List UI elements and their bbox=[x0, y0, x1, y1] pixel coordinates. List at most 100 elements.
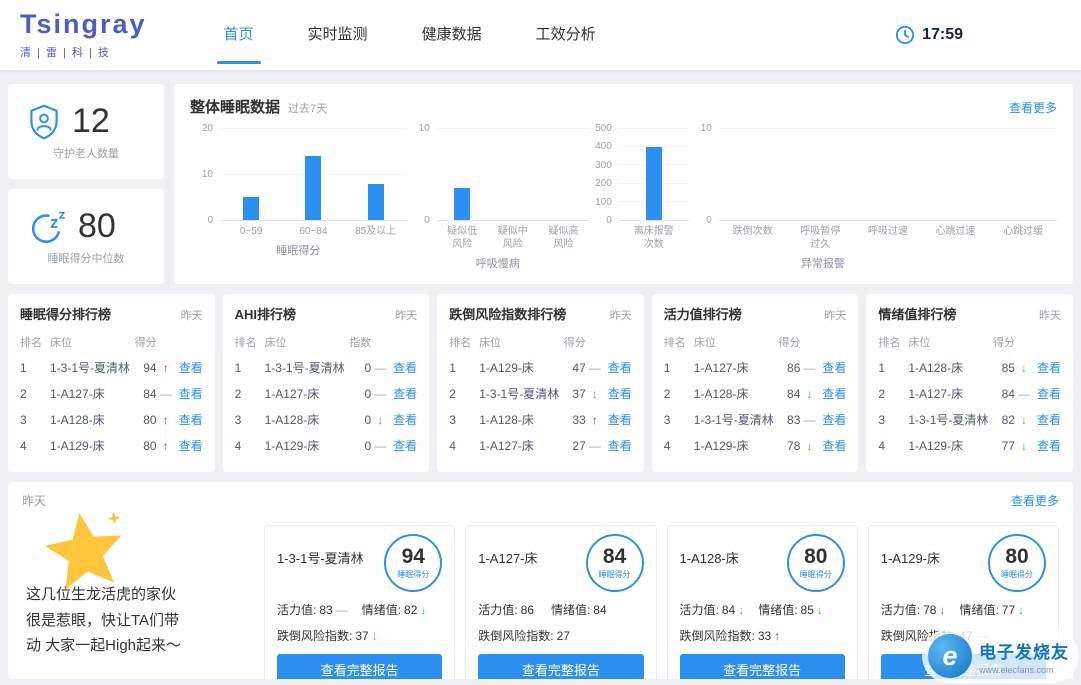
top-row: 12 守护老人数量 80 睡眠得分中位数 整体睡眠数据 过去7天 查看更多 0 … bbox=[8, 84, 1073, 284]
view-link[interactable]: 查看 bbox=[389, 437, 417, 454]
view-link[interactable]: 查看 bbox=[1033, 411, 1061, 428]
resident-card-3: 1-A128-床 80 睡眠得分 活力值: 84 ↓ 情绪值: 85 ↓ 跌倒风… bbox=[666, 525, 858, 679]
view-link[interactable]: 查看 bbox=[175, 359, 203, 376]
score-value: 0 bbox=[364, 386, 372, 401]
view-full-report-button[interactable]: 查看完整报告 bbox=[478, 654, 644, 679]
resident-card-2: 1-A127-床 84 睡眠得分 活力值: 86 情绪值: 84 跌倒风险指数:… bbox=[465, 525, 657, 679]
view-link[interactable]: 查看 bbox=[389, 385, 417, 402]
vitality-trend-icon: — bbox=[335, 602, 348, 617]
ranking-title: AHI排行榜 bbox=[234, 307, 296, 322]
highlight-date-label: 昨天 bbox=[22, 494, 47, 508]
score-value: 0 bbox=[364, 438, 372, 453]
rank-number: 4 bbox=[663, 438, 671, 453]
site-watermark: e 电子发烧友 www.elecfans.com bbox=[922, 629, 1079, 683]
ranking-title: 活力值排行榜 bbox=[663, 307, 742, 322]
mood-trend-icon: ↓ bbox=[420, 602, 427, 617]
nav-tab-health-data[interactable]: 健康数据 bbox=[395, 0, 509, 70]
chart-sleep-score-histogram: 0 10 20 0~59 60~84 85及以上 bbox=[190, 124, 407, 238]
mood-value: 82 bbox=[404, 602, 418, 617]
column-bed: 床位 bbox=[908, 337, 931, 349]
vitality-trend-icon: ↓ bbox=[738, 602, 745, 617]
ranking-row: 2 1-A127-床 84 — 查看 bbox=[878, 385, 1061, 402]
mood-value: 84 bbox=[593, 602, 607, 617]
sleep-score-value: 94 bbox=[401, 545, 425, 568]
vitality-label: 活力值: bbox=[679, 603, 719, 617]
overview-view-more-link[interactable]: 查看更多 bbox=[1009, 99, 1057, 116]
view-link[interactable]: 查看 bbox=[389, 411, 417, 428]
fall-risk-line: 跌倒风险指数: 33 ↑ bbox=[680, 627, 845, 644]
view-link[interactable]: 查看 bbox=[175, 385, 203, 402]
overview-subtitle: 过去7天 bbox=[288, 103, 328, 115]
x-tick-label: 疑似高 风险 bbox=[548, 226, 579, 250]
nav-tab-work-efficiency-analysis[interactable]: 工效分析 bbox=[509, 0, 623, 70]
view-link[interactable]: 查看 bbox=[175, 437, 203, 454]
y-axis: 0 10 bbox=[689, 124, 719, 226]
bed-name: 1-A127-床 bbox=[50, 387, 105, 401]
bed-name: 1-A128-床 bbox=[479, 413, 534, 427]
ranking-date-label: 昨天 bbox=[180, 310, 203, 322]
column-bed: 床位 bbox=[50, 337, 72, 349]
ranking-row: 2 1-A127-床 84 — 查看 bbox=[20, 385, 203, 402]
ranking-row: 4 1-A129-床 78 ↓ 查看 bbox=[664, 437, 847, 454]
ranking-title: 睡眠得分排行榜 bbox=[20, 307, 112, 322]
vitality-label: 活力值: bbox=[880, 603, 921, 617]
rank-number: 1 bbox=[449, 360, 456, 375]
view-link[interactable]: 查看 bbox=[818, 385, 846, 402]
ranking-row: 1 1-A129-床 47 — 查看 bbox=[449, 359, 632, 376]
fall-risk-label: 跌倒风险指数: bbox=[277, 629, 353, 643]
ranking-card-fall-risk: 跌倒风险指数排行榜 昨天 排名 床位 得分 1 1-A129-床 47 — 查看… bbox=[437, 294, 644, 472]
view-link[interactable]: 查看 bbox=[818, 359, 846, 376]
ranking-rows: 1 1-A129-床 47 — 查看 2 1-3-1号-夏清林 37 ↓ 查看 … bbox=[449, 350, 632, 454]
bed-name: 1-A128-床 bbox=[908, 361, 964, 375]
view-link[interactable]: 查看 bbox=[604, 411, 632, 428]
view-link[interactable]: 查看 bbox=[604, 437, 632, 454]
trend-icon: ↓ bbox=[591, 386, 598, 401]
x-tick-label: 疑似中 风险 bbox=[497, 226, 528, 250]
bed-name: 1-3-1号-夏清林 bbox=[479, 387, 560, 401]
ranking-date-label: 昨天 bbox=[824, 310, 847, 322]
view-link[interactable]: 查看 bbox=[1033, 385, 1061, 402]
watermark-title: 电子发烧友 bbox=[979, 642, 1069, 662]
rank-number: 2 bbox=[234, 386, 242, 401]
view-link[interactable]: 查看 bbox=[389, 359, 417, 376]
overview-title: 整体睡眠数据 bbox=[190, 99, 281, 116]
column-score: 得分 bbox=[563, 337, 586, 349]
clock-area: 17:59 bbox=[895, 25, 963, 45]
view-full-report-button[interactable]: 查看完整报告 bbox=[277, 654, 443, 679]
rank-number: 2 bbox=[878, 386, 886, 401]
y-axis: 0 10 bbox=[407, 124, 437, 226]
bed-name: 1-A129-床 bbox=[479, 361, 534, 375]
guarded-elderly-label: 守护老人数量 bbox=[53, 148, 119, 160]
star-icon bbox=[39, 506, 132, 600]
ranking-column-headers: 排名 床位 得分 bbox=[449, 334, 632, 350]
vitality-mood-line: 活力值: 83 — 情绪值: 82 ↓ bbox=[277, 601, 442, 618]
nav-tab-home[interactable]: 首页 bbox=[197, 0, 281, 70]
view-link[interactable]: 查看 bbox=[604, 359, 632, 376]
view-link[interactable]: 查看 bbox=[818, 437, 846, 454]
rank-number: 3 bbox=[663, 412, 671, 427]
view-full-report-button[interactable]: 查看完整报告 bbox=[679, 654, 845, 679]
sleep-median-card: 80 睡眠得分中位数 bbox=[8, 189, 164, 284]
sleep-median-label: 睡眠得分中位数 bbox=[47, 253, 125, 265]
x-tick-label: 85及以上 bbox=[355, 226, 397, 237]
sleep-score-badge: 84 睡眠得分 bbox=[585, 534, 644, 592]
rank-number: 1 bbox=[234, 360, 242, 375]
bar bbox=[367, 183, 384, 220]
highlight-view-more-link[interactable]: 查看更多 bbox=[1011, 492, 1059, 509]
plot-area bbox=[220, 128, 407, 221]
view-link[interactable]: 查看 bbox=[818, 411, 846, 428]
nav-tab-realtime-monitoring[interactable]: 实时监测 bbox=[281, 0, 395, 70]
view-link[interactable]: 查看 bbox=[175, 411, 203, 428]
sleep-score-label: 睡眠得分 bbox=[598, 570, 631, 579]
view-link[interactable]: 查看 bbox=[604, 385, 632, 402]
bed-name: 1-A128-床 bbox=[693, 387, 749, 401]
bar-slot bbox=[282, 129, 344, 220]
view-link[interactable]: 查看 bbox=[1033, 359, 1061, 376]
bed-name: 1-A127-床 bbox=[264, 387, 320, 401]
trend-icon: ↓ bbox=[1020, 438, 1027, 453]
chart-group-sleep-score: 0 10 20 0~59 60~84 85及以上 睡眠得分 bbox=[190, 124, 407, 280]
trend-icon: ↓ bbox=[1020, 360, 1027, 375]
chart-axis-title-respiratory: 呼吸慢病 bbox=[475, 258, 520, 270]
view-link[interactable]: 查看 bbox=[1033, 437, 1061, 454]
logo: Tsingray 清 | 雷 | 科 | 技 bbox=[20, 10, 147, 60]
